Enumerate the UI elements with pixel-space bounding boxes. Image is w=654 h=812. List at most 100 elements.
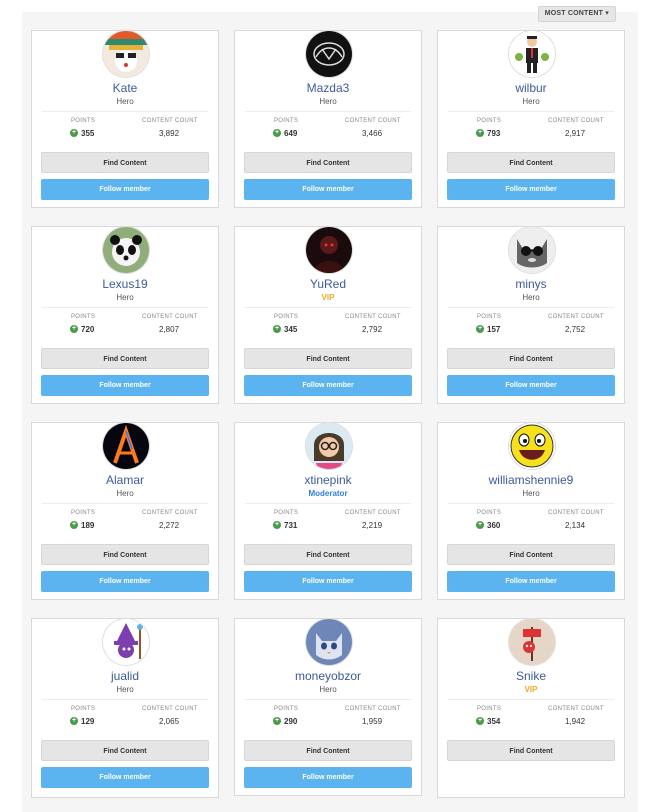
businessman-avatar-icon[interactable] [509,31,555,77]
find-content-button[interactable]: Find Content [244,740,412,761]
cat-sunglasses-avatar-icon[interactable] [509,227,555,273]
find-content-button[interactable]: Find Content [41,348,209,369]
points-value: 793 [487,129,501,138]
stats-divider [245,699,411,700]
member-card: xtinepink Moderator POINTS CONTENT COUNT +73… [234,422,422,600]
panda-avatar-icon[interactable] [103,227,149,273]
follow-member-button[interactable]: Follow member [447,179,615,200]
member-name-link[interactable]: Alamar [32,473,218,487]
find-content-button[interactable]: Find Content [41,544,209,565]
content-count-label: CONTENT COUNT [142,510,198,516]
points-value: 129 [81,717,95,726]
points-label: POINTS [71,118,96,124]
points-label: POINTS [477,314,502,320]
points-label: POINTS [274,706,299,712]
content-count-value: 2,272 [159,521,180,530]
follow-member-button[interactable]: Follow member [447,375,615,396]
content-count-label: CONTENT COUNT [142,118,198,124]
points-label: POINTS [71,706,96,712]
find-content-button[interactable]: Find Content [447,152,615,173]
member-name-link[interactable]: williamshennie9 [438,473,624,487]
points-value: 290 [284,717,298,726]
points-plus-icon: + [476,325,484,333]
follow-member-button[interactable]: Follow member [244,179,412,200]
follow-member-button[interactable]: Follow member [244,767,412,788]
follow-member-button[interactable]: Follow member [41,179,209,200]
content-count-label: CONTENT COUNT [345,118,401,124]
find-content-button[interactable]: Find Content [447,348,615,369]
points-plus-icon: + [476,717,484,725]
member-role: Hero [116,489,134,498]
member-name-link[interactable]: jualid [32,669,218,683]
follow-member-button[interactable]: Follow member [41,375,209,396]
member-role: Moderator [308,489,348,498]
member-name-link[interactable]: wilbur [438,81,624,95]
sort-dropdown[interactable]: MOST CONTENT ▾ [537,6,616,22]
member-name-link[interactable]: Kate [32,81,218,95]
content-count-value: 2,807 [159,325,180,334]
find-content-button[interactable]: Find Content [447,740,615,761]
find-content-button[interactable]: Find Content [244,544,412,565]
stats-divider [448,699,614,700]
member-name-link[interactable]: Snike [438,669,624,683]
content-count-value: 2,065 [159,717,180,726]
stats-divider [448,307,614,308]
knitted-hat-avatar-icon[interactable] [103,31,149,77]
member-name-link[interactable]: moneyobzor [235,669,421,683]
smiley-face-avatar-icon[interactable] [509,423,555,469]
points-value: 345 [284,325,298,334]
content-count-label: CONTENT COUNT [548,510,604,516]
find-content-button[interactable]: Find Content [41,152,209,173]
stats-divider [245,111,411,112]
content-count-label: CONTENT COUNT [548,314,604,320]
fire-letter-a-avatar-icon[interactable] [103,423,149,469]
member-card: moneyobzor Hero POINTS CONTENT COUNT +290 1,9… [234,618,422,796]
mazda-logo-avatar-icon[interactable] [306,31,352,77]
follow-member-button[interactable]: Follow member [447,571,615,592]
points-value: 355 [81,129,95,138]
points-label: POINTS [477,706,502,712]
member-name-link[interactable]: xtinepink [235,473,421,487]
member-role: Hero [116,685,134,694]
wizard-avatar-icon[interactable] [103,619,149,665]
member-card: Kate Hero POINTS CONTENT COUNT +355 3,892 Find… [31,30,219,208]
stats-divider [448,503,614,504]
follow-member-button[interactable]: Follow member [244,571,412,592]
cartoon-sign-avatar-icon[interactable] [509,619,555,665]
member-role: Hero [116,293,134,302]
member-name-link[interactable]: Mazda3 [235,81,421,95]
follow-member-button[interactable]: Follow member [244,375,412,396]
content-count-label: CONTENT COUNT [345,706,401,712]
find-content-button[interactable]: Find Content [244,152,412,173]
chevron-down-icon: ▾ [605,10,609,17]
points-value: 649 [284,129,298,138]
member-name-link[interactable]: Lexus19 [32,277,218,291]
find-content-button[interactable]: Find Content [41,740,209,761]
points-value: 157 [487,325,501,334]
kitten-avatar-icon[interactable] [306,619,352,665]
cartoon-girl-avatar-icon[interactable] [306,423,352,469]
points-value: 720 [81,325,95,334]
dark-figure-avatar-icon[interactable] [306,227,352,273]
points-label: POINTS [71,314,96,320]
content-count-label: CONTENT COUNT [142,706,198,712]
content-count-value: 3,892 [159,129,180,138]
member-card: wilbur Hero POINTS CONTENT COUNT +793 2,917 Fi… [437,30,625,208]
find-content-button[interactable]: Find Content [244,348,412,369]
find-content-button[interactable]: Find Content [447,544,615,565]
points-plus-icon: + [273,325,281,333]
content-count-label: CONTENT COUNT [345,510,401,516]
points-plus-icon: + [70,717,78,725]
points-plus-icon: + [476,129,484,137]
stats-divider [42,307,208,308]
content-count-label: CONTENT COUNT [548,706,604,712]
stats-divider [448,111,614,112]
member-name-link[interactable]: minys [438,277,624,291]
follow-member-button[interactable]: Follow member [41,571,209,592]
points-value: 189 [81,521,95,530]
stats-divider [42,699,208,700]
member-role: Hero [116,97,134,106]
stats-divider [42,503,208,504]
follow-member-button[interactable]: Follow member [41,767,209,788]
member-name-link[interactable]: YuRed [235,277,421,291]
